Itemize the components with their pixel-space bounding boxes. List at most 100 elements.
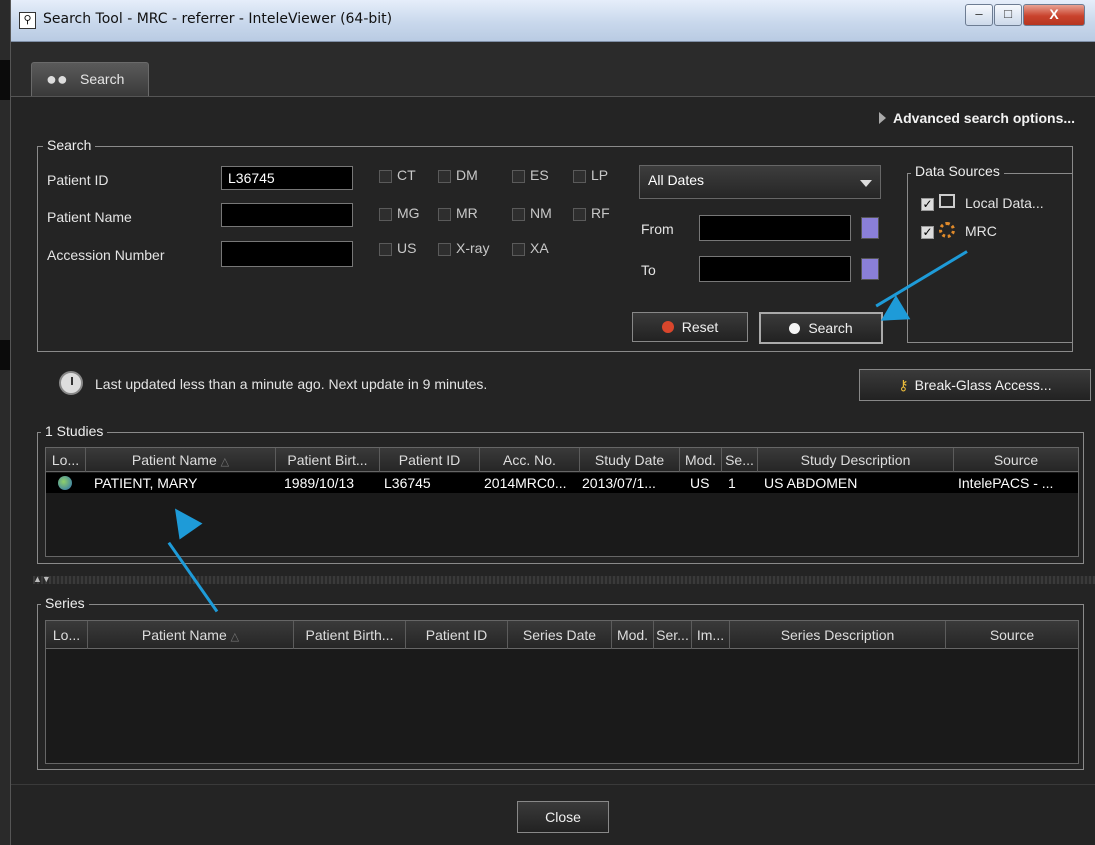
cell-patient-name: PATIENT, MARY xyxy=(94,475,198,491)
modality-xray-checkbox[interactable] xyxy=(438,243,451,256)
col-header[interactable]: Series Date xyxy=(508,621,612,649)
accession-number-input[interactable] xyxy=(221,241,353,267)
window-title: Search Tool - MRC - referrer - InteleVie… xyxy=(43,11,393,27)
col-header-label: Patient Name xyxy=(131,452,217,468)
col-header[interactable]: Patient Name △ xyxy=(86,448,276,472)
cell-source: IntelePACS - ... xyxy=(958,475,1054,491)
col-header[interactable]: Se... xyxy=(722,448,758,472)
col-header[interactable]: Patient Name △ xyxy=(88,621,294,649)
accession-number-label: Accession Number xyxy=(47,247,165,263)
col-header[interactable]: Source xyxy=(946,621,1078,649)
cell-modality: US xyxy=(690,475,710,491)
col-header[interactable]: Patient ID xyxy=(380,448,480,472)
col-header[interactable]: Im... xyxy=(692,621,730,649)
search-dot-icon xyxy=(789,323,801,334)
col-header[interactable]: Acc. No. xyxy=(480,448,580,472)
reset-button-label: Reset xyxy=(681,319,719,335)
date-range-value: All Dates xyxy=(648,172,705,188)
expand-arrow-icon[interactable] xyxy=(879,112,886,124)
maximize-button[interactable]: □ xyxy=(994,4,1022,26)
cell-study-date: 2013/07/1... xyxy=(582,475,656,491)
key-icon: ⚷ xyxy=(898,377,909,393)
modality-mr-label: MR xyxy=(456,205,478,221)
modality-lp-label: LP xyxy=(591,167,609,183)
col-header[interactable]: Source xyxy=(954,448,1078,472)
desktop-fragment xyxy=(0,340,10,370)
studies-table-header: Lo... Patient Name △ Patient Birt... Pat… xyxy=(46,448,1078,472)
col-header[interactable]: Patient ID xyxy=(406,621,508,649)
close-button[interactable]: Close xyxy=(517,801,609,833)
col-header[interactable]: Lo... xyxy=(46,448,86,472)
tab-bar xyxy=(11,42,1095,100)
modality-mg-checkbox[interactable] xyxy=(379,208,392,221)
cell-patient-birth: 1989/10/13 xyxy=(284,475,355,491)
modality-us-checkbox[interactable] xyxy=(379,243,392,256)
app-search-icon: ⚲ xyxy=(19,12,36,29)
splitter-arrows-icon[interactable]: ▲▼ xyxy=(33,574,51,584)
col-header-label: Patient Name xyxy=(141,627,227,643)
modality-ct-label: CT xyxy=(397,167,416,183)
modality-rf-checkbox[interactable] xyxy=(573,208,586,221)
minimize-button[interactable]: – xyxy=(965,4,993,26)
reset-button[interactable]: Reset xyxy=(632,312,748,342)
col-header[interactable]: Patient Birt... xyxy=(276,448,380,472)
col-header[interactable]: Ser... xyxy=(654,621,692,649)
modality-mg-label: MG xyxy=(397,205,420,221)
search-tool-window: ⚲ Search Tool - MRC - referrer - InteleV… xyxy=(10,0,1095,845)
col-header[interactable]: Mod. xyxy=(612,621,654,649)
to-label: To xyxy=(641,262,656,278)
patient-id-input[interactable] xyxy=(221,166,353,190)
col-header[interactable]: Mod. xyxy=(680,448,722,472)
mrc-checkbox[interactable]: ✓ xyxy=(921,226,934,239)
modality-es-label: ES xyxy=(530,167,549,183)
date-range-select[interactable]: All Dates xyxy=(639,165,881,199)
search-button[interactable]: Search xyxy=(759,312,883,344)
close-window-button[interactable]: X xyxy=(1023,4,1085,26)
col-header[interactable]: Study Description xyxy=(758,448,954,472)
table-row[interactable]: PATIENT, MARY 1989/10/13 L36745 2014MRC0… xyxy=(46,473,1078,493)
advanced-search-link[interactable]: Advanced search options... xyxy=(893,110,1075,126)
search-button-label: Search xyxy=(808,320,853,336)
last-updated-status: Last updated less than a minute ago. Nex… xyxy=(95,376,488,392)
cell-study-description: US ABDOMEN xyxy=(764,475,858,491)
patient-name-input[interactable] xyxy=(221,203,353,227)
cell-patient-id: L36745 xyxy=(384,475,431,491)
modality-xa-checkbox[interactable] xyxy=(512,243,525,256)
desktop-fragment xyxy=(0,60,10,100)
from-date-input[interactable] xyxy=(699,215,851,241)
break-glass-access-button[interactable]: ⚷ Break-Glass Access... xyxy=(859,369,1091,401)
modality-mr-checkbox[interactable] xyxy=(438,208,451,221)
local-data-checkbox[interactable]: ✓ xyxy=(921,198,934,211)
search-group-label: Search xyxy=(43,137,96,153)
modality-lp-checkbox[interactable] xyxy=(573,170,586,183)
clock-icon xyxy=(59,371,83,395)
modality-dm-checkbox[interactable] xyxy=(438,170,451,183)
modality-ct-checkbox[interactable] xyxy=(379,170,392,183)
to-calendar-icon[interactable] xyxy=(861,258,879,280)
cell-acc-no: 2014MRC0... xyxy=(484,475,567,491)
sort-icon: △ xyxy=(220,456,230,468)
modality-nm-label: NM xyxy=(530,205,552,221)
binoculars-icon: ●● xyxy=(46,69,68,89)
modality-xa-label: XA xyxy=(530,240,549,256)
modality-us-label: US xyxy=(397,240,417,256)
globe-icon xyxy=(58,473,78,493)
to-date-input[interactable] xyxy=(699,256,851,282)
modality-dm-label: DM xyxy=(456,167,478,183)
cell-series-count: 1 xyxy=(728,475,736,491)
patient-id-label: Patient ID xyxy=(47,172,109,188)
modality-es-checkbox[interactable] xyxy=(512,170,525,183)
local-data-label: Local Data... xyxy=(965,195,1044,211)
title-bar[interactable]: ⚲ Search Tool - MRC - referrer - InteleV… xyxy=(11,0,1095,42)
col-header[interactable]: Study Date xyxy=(580,448,680,472)
tab-search[interactable]: ●● Search xyxy=(31,62,149,96)
col-header[interactable]: Lo... xyxy=(46,621,88,649)
series-group-label: Series xyxy=(41,595,89,611)
data-sources-label: Data Sources xyxy=(911,163,1004,179)
from-calendar-icon[interactable] xyxy=(861,217,879,239)
modality-nm-checkbox[interactable] xyxy=(512,208,525,221)
col-header[interactable]: Series Description xyxy=(730,621,946,649)
sort-icon: △ xyxy=(230,631,240,643)
series-table: Lo... Patient Name △ Patient Birth... Pa… xyxy=(45,620,1079,764)
col-header[interactable]: Patient Birth... xyxy=(294,621,406,649)
